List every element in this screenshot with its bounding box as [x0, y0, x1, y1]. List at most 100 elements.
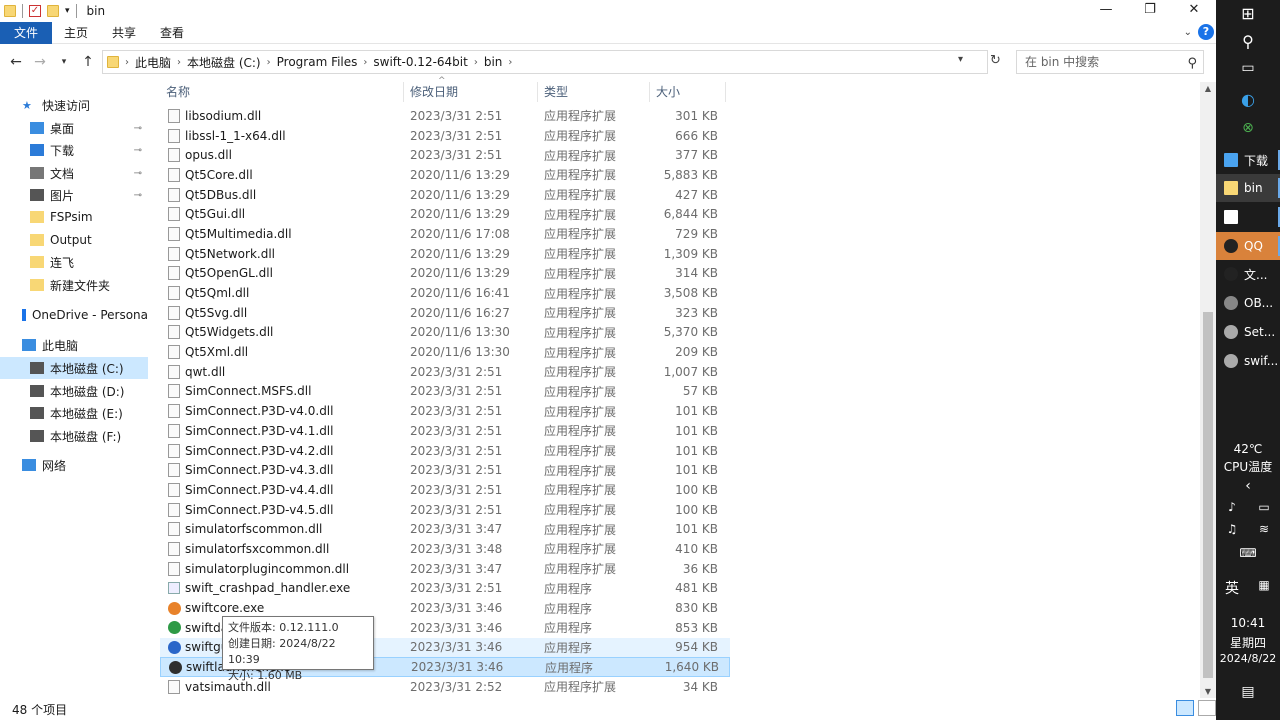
- battery-icon[interactable]: ▭: [1248, 500, 1280, 514]
- wifi-icon[interactable]: ≋: [1248, 522, 1280, 536]
- large-icons-view-icon[interactable]: [1198, 700, 1216, 716]
- file-row[interactable]: Qt5Multimedia.dll 2020/11/6 17:08 应用程序扩展 72…: [160, 224, 730, 244]
- search-input[interactable]: 在 bin 中搜索 ⚲: [1016, 50, 1204, 74]
- scroll-up-icon[interactable]: ▲: [1200, 84, 1216, 93]
- back-arrow-icon[interactable]: ←: [4, 54, 28, 70]
- pin-icon[interactable]: ⊸: [134, 168, 142, 179]
- tab-view[interactable]: 查看: [148, 22, 196, 44]
- sidebar-item[interactable]: FSPsim: [0, 206, 148, 228]
- sidebar-item[interactable]: 网络: [0, 454, 148, 476]
- column-date[interactable]: 修改日期: [404, 82, 538, 102]
- file-row[interactable]: SimConnect.P3D-v4.2.dll 2023/3/31 2:51 应用程…: [160, 441, 730, 461]
- up-arrow-icon[interactable]: ↑: [76, 54, 100, 70]
- file-row[interactable]: libssl-1_1-x64.dll 2023/3/31 2:51 应用程序扩展 66…: [160, 126, 730, 146]
- breadcrumb-chevron-icon[interactable]: ›: [508, 57, 512, 68]
- volume-icon[interactable]: ♫: [1216, 522, 1248, 536]
- sidebar-item[interactable]: 本地磁盘 (F:): [0, 425, 148, 447]
- file-row[interactable]: qwt.dll 2023/3/31 2:51 应用程序扩展 1,007 KB: [160, 362, 730, 382]
- file-row[interactable]: simulatorfscommon.dll 2023/3/31 3:47 应用程序扩…: [160, 519, 730, 539]
- taskbar-app[interactable]: swif...: [1216, 347, 1280, 375]
- sidebar-item[interactable]: 此电脑: [0, 334, 148, 356]
- minimize-button[interactable]: —: [1084, 0, 1128, 22]
- column-type[interactable]: 类型: [538, 82, 650, 102]
- new-folder-icon[interactable]: [47, 5, 59, 17]
- recent-locations-icon[interactable]: ▾: [52, 57, 76, 67]
- file-row[interactable]: swift_crashpad_handler.exe 2023/3/31 2:51…: [160, 579, 730, 599]
- file-row[interactable]: Qt5Core.dll 2020/11/6 13:29 应用程序扩展 5,883 KB: [160, 165, 730, 185]
- sidebar-item[interactable]: ★ 快速访问: [0, 94, 148, 116]
- breadcrumb-swift[interactable]: swift-0.12-64bit: [367, 55, 473, 69]
- sidebar-item[interactable]: 新建文件夹: [0, 274, 148, 296]
- ime-mode-icon[interactable]: ▦: [1248, 578, 1280, 592]
- taskbar-app[interactable]: [1216, 203, 1280, 231]
- taskbar-app[interactable]: QQ: [1216, 232, 1280, 260]
- customize-toolbar-icon[interactable]: ▾: [65, 6, 70, 16]
- sidebar-item[interactable]: 图片 ⊸: [0, 184, 148, 206]
- ime-indicator[interactable]: 英: [1216, 578, 1248, 598]
- maximize-button[interactable]: ❐: [1128, 0, 1172, 22]
- search-icon[interactable]: ⚲: [1216, 32, 1280, 51]
- file-row[interactable]: Qt5Gui.dll 2020/11/6 13:29 应用程序扩展 6,844 KB: [160, 204, 730, 224]
- taskbar-app[interactable]: OB...: [1216, 289, 1280, 317]
- chevron-left-icon[interactable]: ‹: [1216, 478, 1280, 494]
- search-icon[interactable]: ⚲: [1187, 53, 1197, 75]
- file-row[interactable]: Qt5Xml.dll 2020/11/6 13:30 应用程序扩展 209 KB: [160, 342, 730, 362]
- scrollbar-thumb[interactable]: [1203, 312, 1213, 678]
- address-bar[interactable]: › 此电脑 › 本地磁盘 (C:) › Program Files › swif…: [102, 50, 988, 74]
- file-row[interactable]: SimConnect.P3D-v4.3.dll 2023/3/31 2:51 应用程…: [160, 460, 730, 480]
- sidebar-item[interactable]: 本地磁盘 (D:): [0, 380, 148, 402]
- taskbar-app[interactable]: bin: [1216, 174, 1280, 202]
- sidebar-item[interactable]: 下载 ⊸: [0, 139, 148, 161]
- file-row[interactable]: Qt5Widgets.dll 2020/11/6 13:30 应用程序扩展 5,370…: [160, 323, 730, 343]
- file-row[interactable]: Qt5Svg.dll 2020/11/6 16:27 应用程序扩展 323 KB: [160, 303, 730, 323]
- sidebar-item[interactable]: 本地磁盘 (C:): [0, 357, 148, 379]
- sidebar-item[interactable]: 连飞: [0, 251, 148, 273]
- sidebar-item[interactable]: OneDrive - Persona: [0, 304, 148, 326]
- microphone-icon[interactable]: ♪: [1216, 500, 1248, 514]
- vertical-scrollbar[interactable]: ▲ ▼: [1200, 82, 1216, 698]
- help-icon[interactable]: ?: [1198, 24, 1214, 40]
- pin-icon[interactable]: ⊸: [134, 123, 142, 134]
- file-row[interactable]: simulatorfsxcommon.dll 2023/3/31 3:48 应用程序…: [160, 539, 730, 559]
- edge-icon[interactable]: ◐: [1216, 90, 1280, 109]
- taskbar-app[interactable]: 文...: [1216, 260, 1280, 288]
- file-row[interactable]: libsodium.dll 2023/3/31 2:51 应用程序扩展 301 KB: [160, 106, 730, 126]
- taskbar-app[interactable]: 下载: [1216, 146, 1280, 174]
- file-row[interactable]: swiftcore.exe 2023/3/31 3:46 应用程序 830 KB: [160, 598, 730, 618]
- file-row[interactable]: Qt5DBus.dll 2020/11/6 13:29 应用程序扩展 427 KB: [160, 185, 730, 205]
- file-row[interactable]: SimConnect.MSFS.dll 2023/3/31 2:51 应用程序扩展 5…: [160, 382, 730, 402]
- sidebar-item[interactable]: 文档 ⊸: [0, 162, 148, 184]
- pin-icon[interactable]: ⊸: [134, 190, 142, 201]
- file-row[interactable]: Qt5OpenGL.dll 2020/11/6 13:29 应用程序扩展 314 KB: [160, 264, 730, 284]
- expand-ribbon-icon[interactable]: ⌄: [1184, 27, 1192, 38]
- properties-icon[interactable]: ✓: [29, 5, 41, 17]
- tab-file[interactable]: 文件: [0, 21, 53, 44]
- file-row[interactable]: SimConnect.P3D-v4.0.dll 2023/3/31 2:51 应用程…: [160, 401, 730, 421]
- address-dropdown-icon[interactable]: ▾: [958, 54, 963, 65]
- refresh-icon[interactable]: ↻: [990, 53, 1001, 68]
- tab-share[interactable]: 共享: [100, 22, 148, 44]
- sidebar-item[interactable]: 本地磁盘 (E:): [0, 402, 148, 424]
- scroll-down-icon[interactable]: ▼: [1200, 687, 1216, 696]
- details-view-icon[interactable]: [1176, 700, 1194, 716]
- clock-time[interactable]: 10:41: [1216, 616, 1280, 630]
- file-row[interactable]: SimConnect.P3D-v4.5.dll 2023/3/31 2:51 应用程…: [160, 500, 730, 520]
- tab-home[interactable]: 主页: [52, 22, 100, 44]
- xbox-icon[interactable]: ⊗: [1216, 120, 1280, 136]
- file-row[interactable]: SimConnect.P3D-v4.4.dll 2023/3/31 2:51 应用程…: [160, 480, 730, 500]
- keyboard-icon[interactable]: ⌨: [1216, 546, 1280, 560]
- start-windows-icon[interactable]: ⊞: [1216, 4, 1280, 23]
- task-view-icon[interactable]: ▭: [1216, 60, 1280, 76]
- column-size[interactable]: 大小: [650, 82, 726, 102]
- forward-arrow-icon[interactable]: →: [28, 54, 52, 70]
- notification-icon[interactable]: ▤: [1216, 684, 1280, 700]
- sidebar-item[interactable]: 桌面 ⊸: [0, 117, 148, 139]
- taskbar-app[interactable]: Set...: [1216, 318, 1280, 346]
- breadcrumb-drive-c[interactable]: 本地磁盘 (C:): [181, 54, 267, 71]
- file-row[interactable]: simulatorplugincommon.dll 2023/3/31 3:47 应…: [160, 559, 730, 579]
- file-row[interactable]: Qt5Qml.dll 2020/11/6 16:41 应用程序扩展 3,508 KB: [160, 283, 730, 303]
- file-row[interactable]: SimConnect.P3D-v4.1.dll 2023/3/31 2:51 应用程…: [160, 421, 730, 441]
- breadcrumb-bin[interactable]: bin: [478, 55, 509, 69]
- file-row[interactable]: opus.dll 2023/3/31 2:51 应用程序扩展 377 KB: [160, 145, 730, 165]
- file-row[interactable]: Qt5Network.dll 2020/11/6 13:29 应用程序扩展 1,309…: [160, 244, 730, 264]
